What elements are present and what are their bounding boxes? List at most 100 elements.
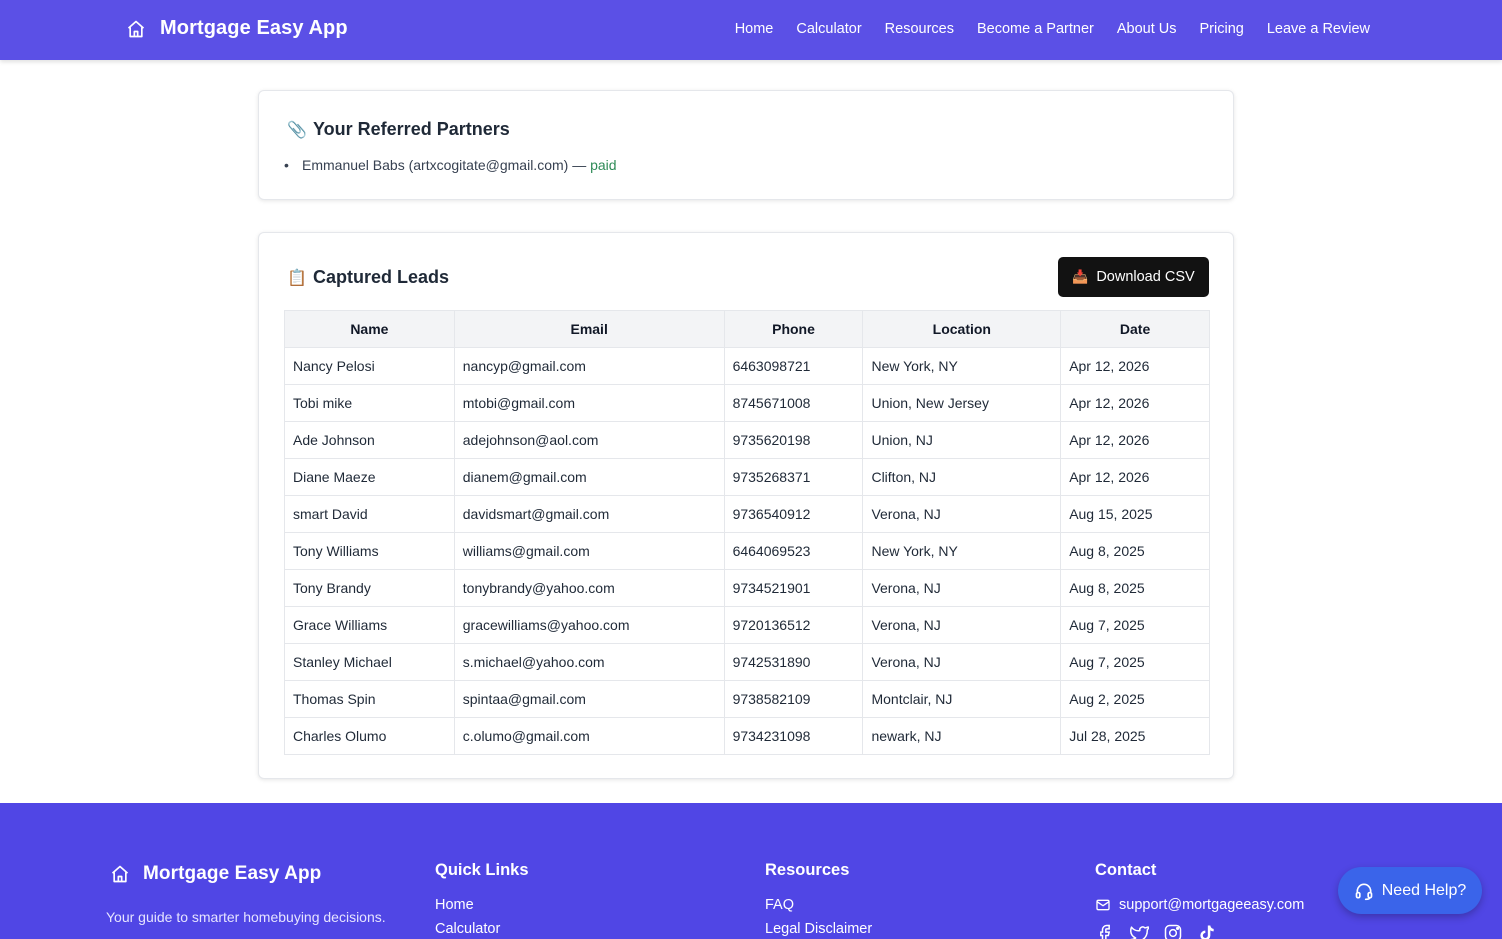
cell-email: davidsmart@gmail.com <box>453 495 725 533</box>
cell-phone: 8745671008 <box>723 384 864 422</box>
cell-location: Union, NJ <box>862 421 1062 459</box>
cell-date: Aug 7, 2025 <box>1060 606 1210 644</box>
captured-leads-card: 📋 Captured Leads 📥 Download CSV Name Ema… <box>258 232 1234 779</box>
cell-location: New York, NY <box>862 347 1062 385</box>
top-navbar: Mortgage Easy App Home Calculator Resour… <box>0 0 1502 60</box>
cell-name: Ade Johnson <box>284 421 455 459</box>
cell-name: Diane Maeze <box>284 458 455 496</box>
download-csv-label: Download CSV <box>1096 269 1195 285</box>
cell-name: Thomas Spin <box>284 680 455 718</box>
home-icon <box>111 865 129 883</box>
footer-quick-links: Quick Links Home Calculator <box>435 861 529 939</box>
column-header-email[interactable]: Email <box>453 310 725 348</box>
cell-location: Verona, NJ <box>862 606 1062 644</box>
nav-become-partner[interactable]: Become a Partner <box>977 21 1094 37</box>
footer-link-legal-disclaimer[interactable]: Legal Disclaimer <box>765 917 872 939</box>
table-row[interactable]: Tony Brandy tonybrandy@yahoo.com 973452190… <box>284 569 1210 607</box>
list-item: Emmanuel Babs (artxcogitate@gmail.com) —… <box>284 157 617 173</box>
headset-icon <box>1355 883 1373 900</box>
instagram-icon[interactable] <box>1163 923 1183 939</box>
cell-name: Grace Williams <box>284 606 455 644</box>
brand-logo[interactable]: Mortgage Easy App <box>126 17 348 40</box>
footer-link-home[interactable]: Home <box>435 893 529 917</box>
cell-email: mtobi@gmail.com <box>453 384 725 422</box>
twitter-icon[interactable] <box>1129 923 1149 939</box>
table-row[interactable]: Thomas Spin spintaa@gmail.com 9738582109 Mo… <box>284 680 1210 718</box>
table-row[interactable]: smart David davidsmart@gmail.com 973654091… <box>284 495 1210 533</box>
table-header-row: Name Email Phone Location Date <box>284 310 1210 348</box>
table-row[interactable]: Ade Johnson adejohnson@aol.com 9735620198 U… <box>284 421 1210 459</box>
table-row[interactable]: Tobi mike mtobi@gmail.com 8745671008 Union,… <box>284 384 1210 422</box>
cell-date: Aug 8, 2025 <box>1060 569 1210 607</box>
nav-about-us[interactable]: About Us <box>1117 21 1177 37</box>
cell-phone: 9735620198 <box>723 421 864 459</box>
nav-resources[interactable]: Resources <box>885 21 954 37</box>
nav-home[interactable]: Home <box>735 21 774 37</box>
column-header-phone[interactable]: Phone <box>723 310 864 348</box>
leads-table-body: Nancy Pelosi nancyp@gmail.com 6463098721 Ne… <box>284 347 1210 755</box>
captured-leads-heading: Captured Leads <box>313 267 450 287</box>
cell-date: Aug 7, 2025 <box>1060 643 1210 681</box>
cell-email: dianem@gmail.com <box>453 458 725 496</box>
mail-icon <box>1096 899 1110 911</box>
cell-location: Montclair, NJ <box>862 680 1062 718</box>
cell-email: c.olumo@gmail.com <box>453 717 725 755</box>
cell-phone: 9720136512 <box>723 606 864 644</box>
column-header-location[interactable]: Location <box>862 310 1062 348</box>
cell-phone: 9734231098 <box>723 717 864 755</box>
footer-resources-title: Resources <box>765 861 850 879</box>
nav-pricing[interactable]: Pricing <box>1200 21 1244 37</box>
cell-phone: 9735268371 <box>723 458 864 496</box>
leads-table: Name Email Phone Location Date Nancy Pel… <box>284 310 1210 755</box>
cell-name: smart David <box>284 495 455 533</box>
cell-email: nancyp@gmail.com <box>453 347 725 385</box>
cell-location: Union, New Jersey <box>862 384 1062 422</box>
site-footer: Mortgage Easy App Your guide to smarter … <box>0 803 1502 939</box>
tiktok-icon[interactable] <box>1197 923 1217 939</box>
table-row[interactable]: Nancy Pelosi nancyp@gmail.com 6463098721 Ne… <box>284 347 1210 385</box>
table-row[interactable]: Tony Williams williams@gmail.com 646406952… <box>284 532 1210 570</box>
footer-tagline: Your guide to smarter homebuying decisio… <box>106 909 386 925</box>
table-row[interactable]: Grace Williams gracewilliams@yahoo.com 972… <box>284 606 1210 644</box>
cell-date: Apr 12, 2026 <box>1060 384 1210 422</box>
footer-contact-title: Contact <box>1095 861 1157 879</box>
cell-email: adejohnson@aol.com <box>453 421 725 459</box>
nav-calculator[interactable]: Calculator <box>796 21 861 37</box>
need-help-label: Need Help? <box>1381 881 1467 899</box>
cell-location: New York, NY <box>862 532 1062 570</box>
footer-brand[interactable]: Mortgage Easy App <box>110 863 321 885</box>
social-links <box>1095 923 1304 939</box>
cell-name: Charles Olumo <box>284 717 455 755</box>
captured-leads-title: 📋 Captured Leads <box>287 267 449 288</box>
cell-email: s.michael@yahoo.com <box>453 643 725 681</box>
cell-date: Apr 12, 2026 <box>1060 347 1210 385</box>
column-header-name[interactable]: Name <box>284 310 455 348</box>
cell-location: Verona, NJ <box>862 569 1062 607</box>
footer-brand-name: Mortgage Easy App <box>143 863 322 884</box>
cell-date: Apr 12, 2026 <box>1060 458 1210 496</box>
footer-contact: Contact support@mortgageeasy.com <box>1095 861 1304 939</box>
column-header-date[interactable]: Date <box>1060 310 1210 348</box>
clipboard-icon: 📋 <box>287 269 307 287</box>
cell-name: Tony Brandy <box>284 569 455 607</box>
cell-date: Jul 28, 2025 <box>1060 717 1210 755</box>
download-csv-button[interactable]: 📥 Download CSV <box>1058 257 1209 297</box>
cell-location: newark, NJ <box>862 717 1062 755</box>
referred-partners-card: 📎 Your Referred Partners Emmanuel Babs (… <box>258 90 1234 200</box>
cell-date: Aug 2, 2025 <box>1060 680 1210 718</box>
footer-link-faq[interactable]: FAQ <box>765 893 872 917</box>
table-row[interactable]: Charles Olumo c.olumo@gmail.com 9734231098… <box>284 717 1210 755</box>
cell-phone: 6463098721 <box>723 347 864 385</box>
need-help-button[interactable]: Need Help? <box>1338 867 1482 914</box>
nav-leave-review[interactable]: Leave a Review <box>1267 21 1370 37</box>
cell-location: Clifton, NJ <box>862 458 1062 496</box>
cell-date: Apr 12, 2026 <box>1060 421 1210 459</box>
contact-email-link[interactable]: support@mortgageeasy.com <box>1095 893 1304 917</box>
cell-name: Nancy Pelosi <box>284 347 455 385</box>
table-row[interactable]: Stanley Michael s.michael@yahoo.com 974253… <box>284 643 1210 681</box>
facebook-icon[interactable] <box>1095 923 1115 939</box>
footer-link-calculator[interactable]: Calculator <box>435 917 529 939</box>
table-row[interactable]: Diane Maeze dianem@gmail.com 9735268371 Cli… <box>284 458 1210 496</box>
cell-location: Verona, NJ <box>862 495 1062 533</box>
cell-date: Aug 15, 2025 <box>1060 495 1210 533</box>
